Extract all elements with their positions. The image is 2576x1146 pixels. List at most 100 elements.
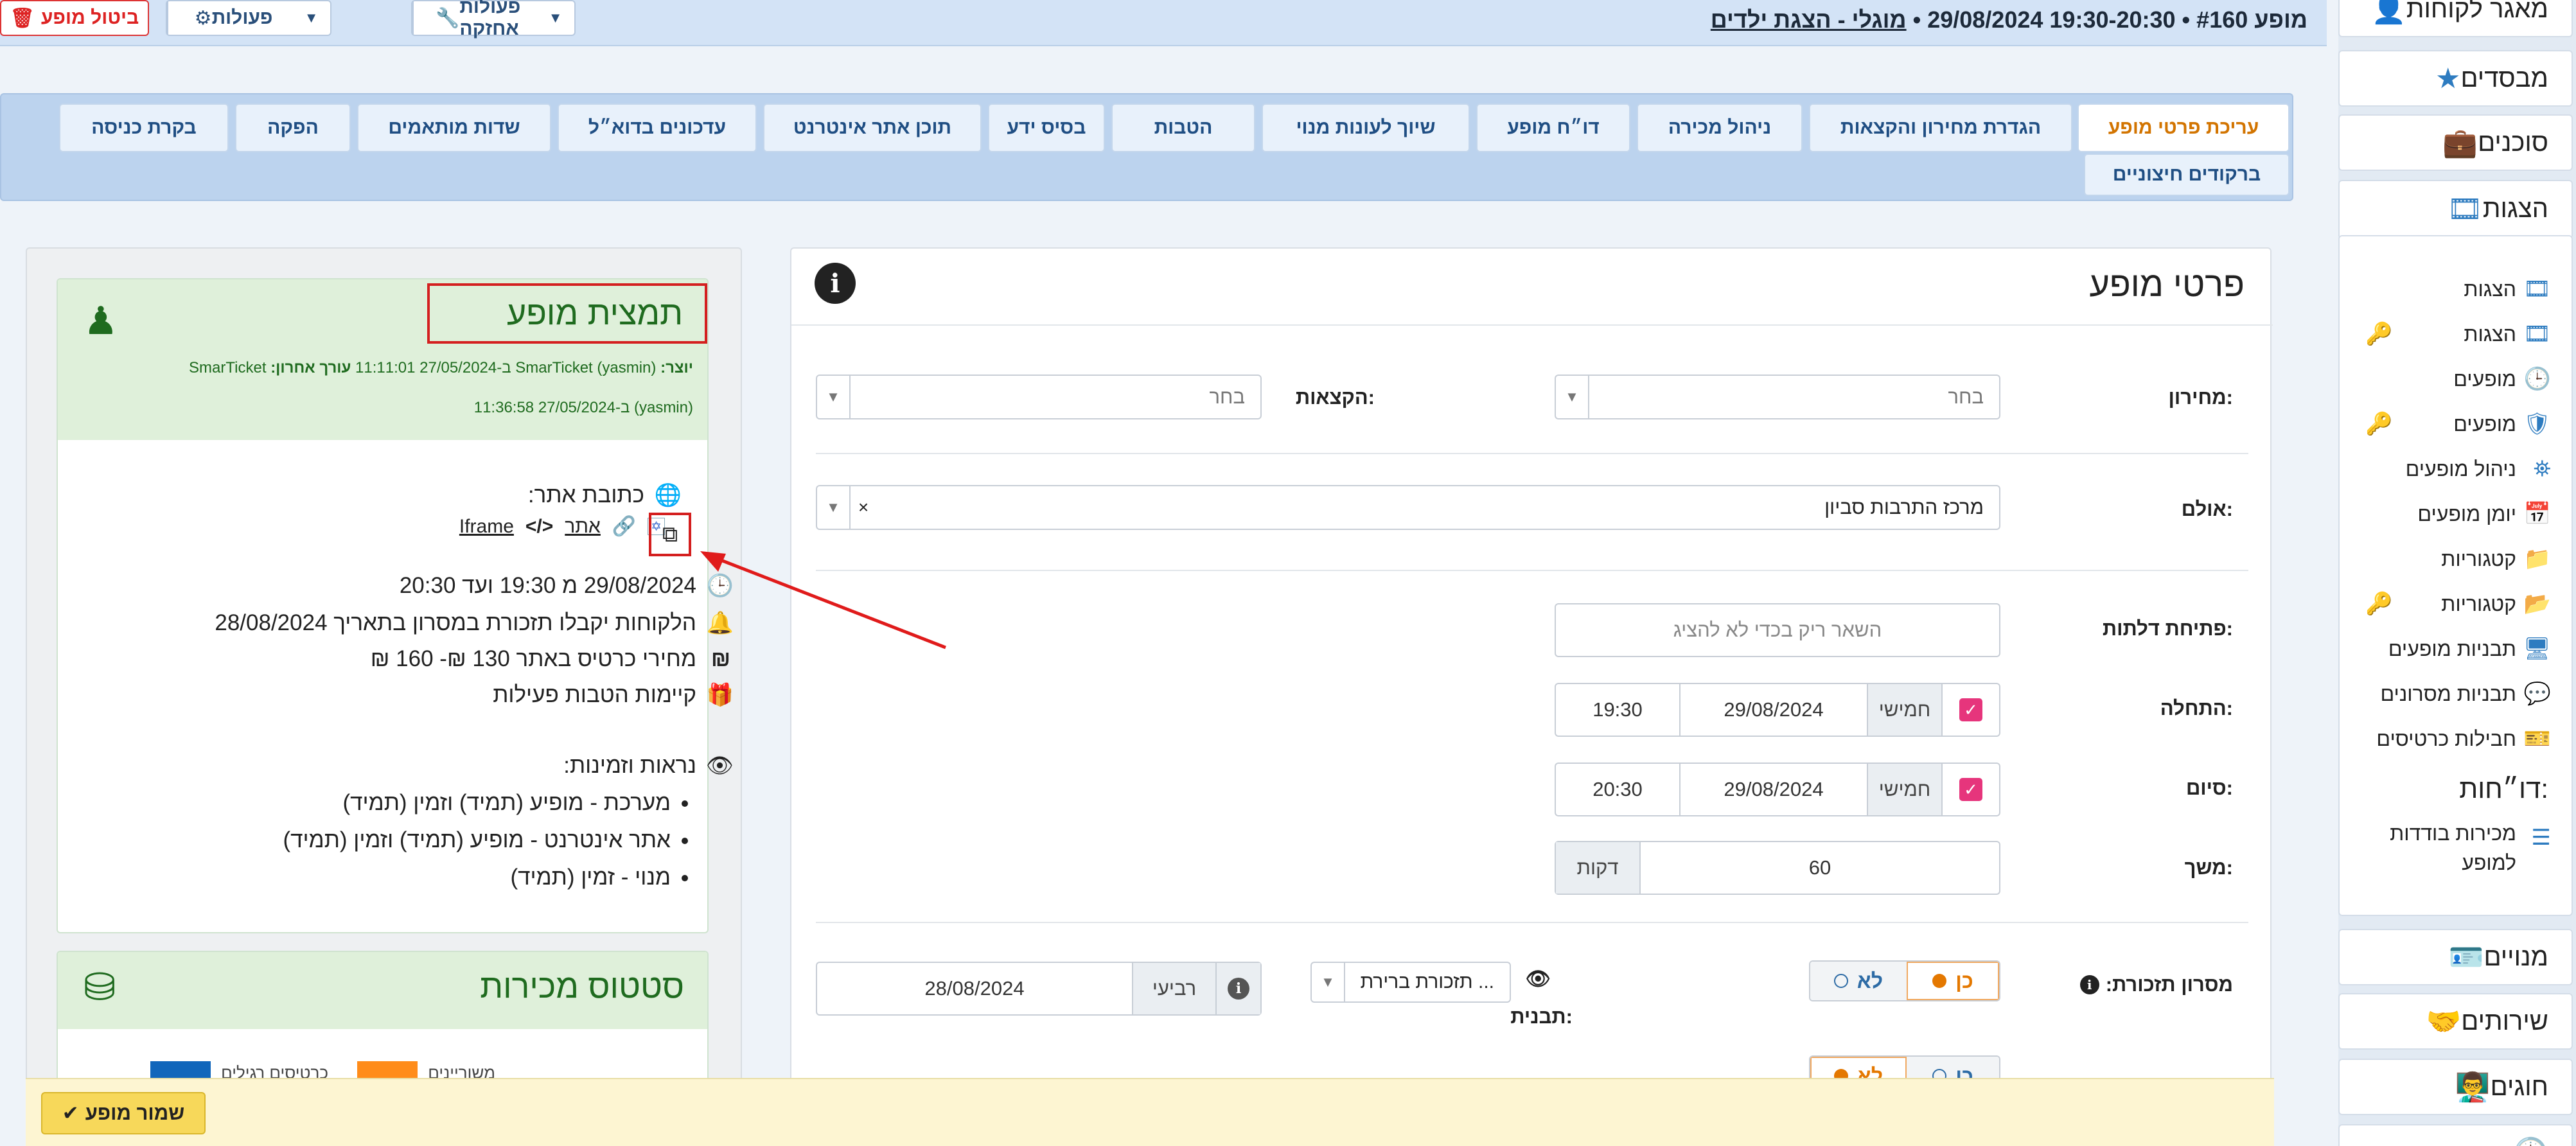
reminder-date-input[interactable]: i רביעי 28/08/2024 — [816, 962, 1262, 1016]
binoculars-icon: ⛯ — [2533, 456, 2551, 481]
sidebar-item-calendar[interactable]: 📅 יומן מופעים — [2340, 495, 2574, 533]
doors-input[interactable]: השאר ריק בכדי לא להציג — [1555, 603, 2000, 657]
clear-icon[interactable]: × — [851, 497, 876, 518]
sidebar-item-services[interactable]: שירותים 🤝 — [2338, 993, 2573, 1050]
template-select[interactable]: תזכורת ברירת ... ▼ — [1310, 962, 1511, 1003]
site-link[interactable]: אתר — [565, 516, 601, 538]
tab-knowledge-base[interactable]: בסיס ידע — [988, 103, 1105, 152]
start-checkbox[interactable]: ✓ — [1959, 698, 1982, 721]
sidebar-item-shows[interactable]: הצגות 🎞 — [2338, 180, 2573, 236]
duration-input[interactable]: 60 דקות — [1555, 841, 2000, 895]
divider — [816, 570, 2248, 571]
start-date-input[interactable]: 29/08/2024 — [1679, 684, 1867, 736]
tab-entry-control[interactable]: בקרת כניסה — [59, 103, 229, 152]
iframe-link[interactable]: Iframe — [459, 516, 514, 538]
divider — [791, 324, 2273, 326]
key-icon: 🔑 — [2365, 412, 2393, 436]
sidebar-item-more[interactable]: 🕒 — [2338, 1124, 2573, 1146]
tab-external-barcodes[interactable]: ברקודים חיצוניים — [2084, 154, 2289, 196]
tab-benefits[interactable]: הטבות — [1111, 103, 1255, 152]
end-day: חמישי — [1867, 764, 1941, 815]
sidebar-item-single-sales-report[interactable]: ☰ מכירות בודדות למופע — [2340, 818, 2574, 889]
tab-pricelist[interactable]: הגדרת מחירון והקצאות — [1809, 103, 2072, 152]
info-icon[interactable]: i — [1228, 978, 1249, 1000]
sidebar-item-agents[interactable]: סוכנים 💼 — [2338, 114, 2573, 171]
template-label: תבנית: — [1510, 1005, 1573, 1028]
sidebar-item-performance-templates[interactable]: 🖥 תבניות מופעים — [2340, 630, 2574, 668]
clock-icon: 🕒 — [2523, 367, 2551, 391]
tab-edit-details[interactable]: עריכת פרטי מופע — [2078, 103, 2289, 152]
tabs-bar: עריכת פרטי מופע הגדרת מחירון והקצאות ניה… — [0, 93, 2293, 201]
maintenance-actions-dropdown[interactable]: 🔧 פעולות אחזקה ▼ — [411, 0, 576, 39]
info-icon[interactable]: i — [2079, 975, 2099, 994]
end-datetime[interactable]: ✓ חמישי 29/08/2024 20:30 — [1555, 763, 2000, 816]
reminder-date[interactable]: 28/08/2024 — [817, 963, 1132, 1014]
editor-info: (yasmin) ב-27/05/2024 11:36:58 — [473, 399, 693, 416]
tab-sales-management[interactable]: ניהול מכירה — [1637, 103, 1803, 152]
tab-show-report[interactable]: דו״ח מופע — [1476, 103, 1630, 152]
sidebar-item-distributors[interactable]: מבסדים ★ — [2338, 50, 2573, 107]
sidebar: מאגר לקוחות 👤 מבסדים ★ סוכנים 💼 הצגות 🎞 … — [2338, 0, 2576, 1146]
cancel-show-button[interactable]: 🗑 ביטול מופע — [0, 0, 149, 36]
sidebar-item-customers[interactable]: מאגר לקוחות 👤 — [2338, 0, 2573, 37]
reminder-yes-option[interactable]: כן — [1906, 962, 1999, 1000]
sidebar-item-ticket-packages[interactable]: 🎫 חבילות כרטיסים — [2340, 719, 2574, 758]
summary-header: תמצית מופע ♟ יוצר: SmarTicket (yasmin) ב… — [58, 279, 707, 440]
reminder-toggle[interactable]: כן לא — [1809, 960, 2000, 1001]
list-item: מנוי - זמין (תמיד) — [283, 865, 671, 890]
start-time-input[interactable]: 19:30 — [1556, 684, 1679, 736]
film-icon: 🎞 — [2523, 322, 2551, 346]
info-icon[interactable]: i — [815, 263, 856, 304]
sidebar-item-performances-admin[interactable]: 🛡 מופעים 🔑 — [2340, 405, 2574, 443]
sidebar-item-manage-performances[interactable]: ⛯ ניהול מופעים — [2340, 450, 2574, 488]
sidebar-item-categories[interactable]: 📁 קטגוריות — [2340, 540, 2574, 578]
tab-subscription-seasons[interactable]: שיוך לעונות מנוי — [1262, 103, 1470, 152]
clock-icon: 🕒 — [706, 574, 734, 598]
list-item: מערכת - מופיע (תמיד) וזמין (תמיד) — [283, 790, 671, 816]
chevron-down-icon[interactable]: ▼ — [292, 1, 330, 35]
duration-value[interactable]: 60 — [1639, 842, 1999, 894]
code-icon: </> — [525, 515, 554, 537]
actions-button[interactable]: ⚙ פעולות — [167, 1, 292, 35]
pricelist-select[interactable]: בחר ▼ — [1555, 375, 2000, 419]
sidebar-item-shows-admin[interactable]: 🎞 הצגות 🔑 — [2340, 315, 2574, 353]
end-date-input[interactable]: 29/08/2024 — [1679, 764, 1867, 815]
top-header: מופע #160 • 19:30-20:30 29/08/2024 • מוג… — [0, 0, 2327, 46]
sidebar-item-performances[interactable]: 🕒 מופעים — [2340, 360, 2574, 398]
eye-icon: 👁 — [1525, 967, 1551, 990]
reminder-no-option[interactable]: לא — [1810, 962, 1907, 1000]
end-label: סיום: — [2185, 777, 2233, 799]
chevron-down-icon: ▼ — [817, 486, 851, 529]
shows-submenu: 🎞 הצגות 🎞 הצגות 🔑 🕒 מופעים 🛡 מופעים 🔑 ⛯ ניהול מ… — [2338, 235, 2573, 916]
allocations-select[interactable]: בחר ▼ — [816, 375, 1262, 419]
tab-custom-fields[interactable]: שדות מותאמים — [357, 103, 551, 152]
show-title: מופע #160 • 19:30-20:30 29/08/2024 • מוג… — [1711, 6, 2307, 33]
maintenance-actions-button[interactable]: 🔧 פעולות אחזקה — [412, 0, 536, 39]
tab-production[interactable]: הפקה — [235, 103, 351, 152]
sidebar-item-categories-admin[interactable]: 📂 קטגוריות 🔑 — [2340, 585, 2574, 623]
chevron-down-icon[interactable]: ▼ — [536, 1, 574, 35]
sidebar-item-subscriptions[interactable]: מנויים 🪪 — [2338, 929, 2573, 985]
start-datetime[interactable]: ✓ חמישי 29/08/2024 19:30 — [1555, 683, 2000, 737]
sidebar-item-sms-templates[interactable]: 💬 תבניות מסרונים — [2340, 674, 2574, 713]
prices-row: ₪ מחירי כרטיס באתר 130 ₪- 160 ₪ — [371, 646, 734, 672]
list-item: אתר אינטרנט - מופיע (תמיד) וזמין (תמיד) — [283, 827, 671, 853]
end-time-input[interactable]: 20:30 — [1556, 764, 1679, 815]
actions-dropdown[interactable]: ⚙ פעולות ▼ — [166, 0, 331, 36]
save-show-button[interactable]: ✔ שמור מופע — [41, 1092, 206, 1134]
tab-website-content[interactable]: תוכן אתר אינטרנט — [763, 103, 982, 152]
show-link[interactable]: מוגלי - הצגת ילדים — [1711, 6, 1907, 33]
user-circle-icon: 👤 — [2371, 0, 2406, 25]
sidebar-item-clubs[interactable]: חוגים 👨‍🏫 — [2338, 1059, 2573, 1115]
end-checkbox[interactable]: ✓ — [1959, 778, 1982, 801]
folder-icon: 📁 — [2523, 547, 2551, 571]
external-link-icon[interactable]: ⧉ — [649, 513, 691, 556]
teacher-icon: 👨‍🏫 — [2455, 1071, 2491, 1103]
creator-info: יוצר: SmarTicket (yasmin) ב-27/05/2024 1… — [189, 359, 693, 376]
sidebar-item-shows-list[interactable]: 🎞 הצגות — [2340, 270, 2574, 308]
tab-email-updates[interactable]: עדכונים בדוא״ל — [558, 103, 757, 152]
hall-label: אולם: — [2181, 498, 2233, 520]
bell-icon: 🔔 — [706, 611, 734, 635]
hall-select[interactable]: מרכז התרבות סביון × ▼ — [816, 485, 2000, 530]
film-icon: 🎞 — [2447, 193, 2483, 225]
